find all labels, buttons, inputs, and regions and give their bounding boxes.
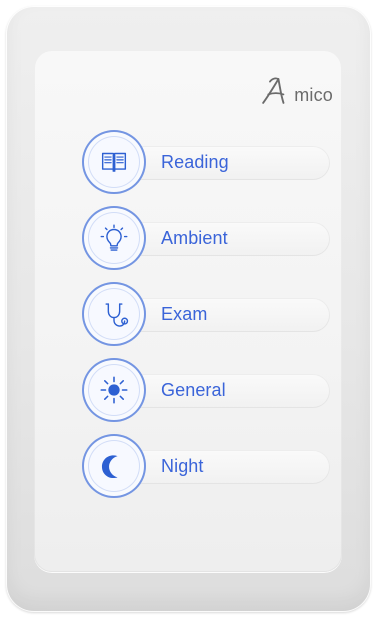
mode-exam[interactable]: Exam xyxy=(82,282,334,346)
mode-label: Ambient xyxy=(161,228,228,248)
control-device: mico Reading Ambient Exam General Night xyxy=(6,6,371,612)
mode-night[interactable]: Night xyxy=(82,434,334,498)
mode-label: Night xyxy=(161,456,204,476)
book-icon xyxy=(82,130,146,194)
brand-name: mico xyxy=(294,85,333,105)
mode-label: General xyxy=(161,380,226,400)
mode-ambient[interactable]: Ambient xyxy=(82,206,334,270)
mode-reading[interactable]: Reading xyxy=(82,130,334,194)
mode-pill xyxy=(114,450,330,484)
mode-label: Reading xyxy=(161,152,229,172)
brand-a-mark-icon xyxy=(262,77,285,104)
sun-icon xyxy=(82,358,146,422)
brand-logo: mico xyxy=(258,74,333,108)
mode-general[interactable]: General xyxy=(82,358,334,422)
mode-label: Exam xyxy=(161,304,208,324)
lightbulb-icon xyxy=(82,206,146,270)
mode-pill xyxy=(114,298,330,332)
mode-list: Reading Ambient Exam General Night xyxy=(82,130,334,498)
stethoscope-icon xyxy=(82,282,146,346)
moon-icon xyxy=(82,434,146,498)
